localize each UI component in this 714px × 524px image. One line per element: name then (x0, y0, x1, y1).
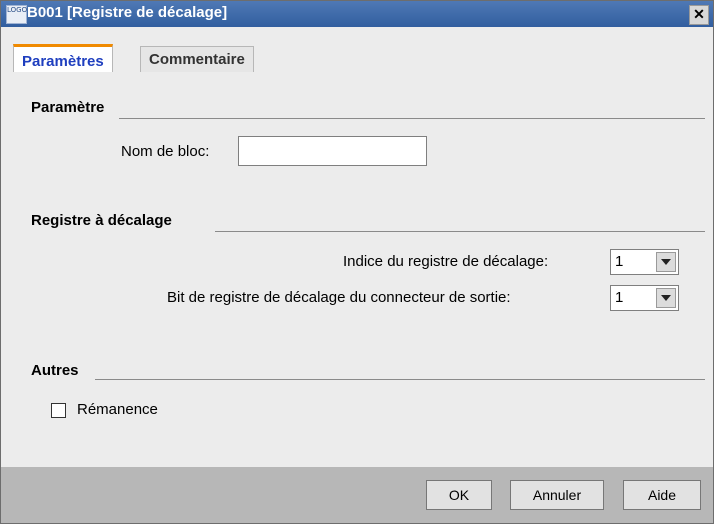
shift-register-index-select[interactable]: 1 (610, 249, 679, 275)
section-parametre-title: Paramètre (31, 99, 105, 116)
logo-icon: LOGO (6, 5, 27, 24)
section-registre-title: Registre à décalage (31, 212, 172, 229)
chevron-down-icon[interactable] (656, 252, 676, 272)
title-bar[interactable]: LOGO B001 [Registre de décalage] ✕ (1, 1, 713, 27)
output-bit-select[interactable]: 1 (610, 285, 679, 311)
dialog-footer: OK Annuler Aide (1, 467, 713, 523)
parameters-panel: Paramètre Nom de bloc: Registre à décala… (1, 72, 713, 467)
block-name-input[interactable] (238, 136, 427, 166)
tab-bar: Paramètres Commentaire (1, 41, 713, 76)
section-divider (95, 379, 705, 380)
remanence-label: Rémanence (77, 401, 158, 418)
output-bit-label: Bit de registre de décalage du connecteu… (167, 289, 511, 306)
help-button[interactable]: Aide (623, 480, 701, 510)
ok-button[interactable]: OK (426, 480, 492, 510)
remanence-checkbox[interactable] (51, 403, 66, 418)
shift-register-index-label: Indice du registre de décalage: (343, 253, 549, 270)
output-bit-value: 1 (615, 289, 624, 306)
close-button[interactable]: ✕ (689, 5, 709, 25)
window-title: B001 [Registre de décalage] (27, 4, 228, 21)
cancel-button[interactable]: Annuler (510, 480, 604, 510)
dialog-window: LOGO B001 [Registre de décalage] ✕ Param… (0, 0, 714, 524)
shift-register-index-value: 1 (615, 253, 624, 270)
block-name-label: Nom de bloc: (121, 143, 210, 160)
chevron-down-icon[interactable] (656, 288, 676, 308)
tab-commentaire[interactable]: Commentaire (140, 46, 254, 73)
section-autres-title: Autres (31, 362, 79, 379)
section-divider (215, 231, 705, 232)
section-divider (119, 118, 705, 119)
